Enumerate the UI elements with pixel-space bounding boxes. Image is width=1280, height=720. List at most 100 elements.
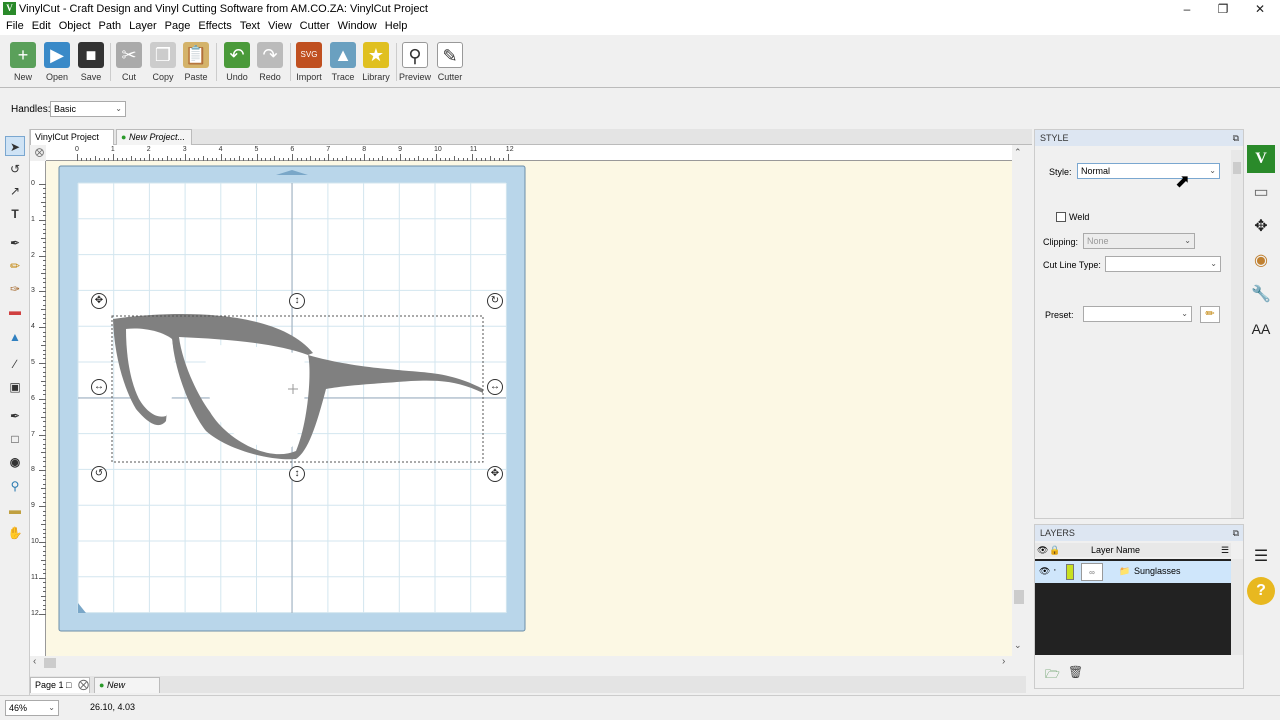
close-icon[interactable]: ✕ xyxy=(1242,0,1278,18)
style-panel-scrollbar[interactable] xyxy=(1231,150,1243,518)
text-panel-icon[interactable]: AΑ xyxy=(1247,315,1275,343)
menu-help[interactable]: Help xyxy=(381,18,412,35)
style-select[interactable]: Normal ⌄ xyxy=(1077,163,1220,179)
panel-float-icon[interactable]: ⧉ xyxy=(1233,525,1239,541)
clipping-select[interactable]: None ⌄ xyxy=(1083,233,1195,249)
copy-button[interactable]: ❐ Copy xyxy=(146,40,180,84)
scale-horizontal-handle-icon[interactable]: ↔ xyxy=(91,379,107,395)
eraser-tool-icon[interactable]: ▬ xyxy=(5,301,25,321)
cut-line-type-select[interactable]: ⌄ xyxy=(1105,256,1221,272)
menu-cutter[interactable]: Cutter xyxy=(296,18,334,35)
shape-tool-icon[interactable]: ▲ xyxy=(5,327,25,347)
layer-thumbnail: ∞ xyxy=(1081,563,1103,581)
path-tool-icon[interactable]: □ xyxy=(5,429,25,449)
scroll-thumb[interactable] xyxy=(1014,590,1024,604)
menu-view[interactable]: View xyxy=(264,18,296,35)
scroll-thumb[interactable] xyxy=(1233,162,1241,174)
visibility-icon[interactable]: 👁 xyxy=(1039,566,1050,577)
preset-select[interactable]: ⌄ xyxy=(1083,306,1192,322)
scroll-down-icon[interactable]: ⌄ xyxy=(1014,640,1022,651)
canvas-vertical-scrollbar[interactable]: ⌃ ⌄ xyxy=(1012,145,1026,656)
preview-button[interactable]: ⚲ Preview xyxy=(398,40,432,84)
palette-panel-icon[interactable]: ◉ xyxy=(1247,247,1275,275)
vinylcut-logo-icon[interactable]: V xyxy=(1247,145,1275,173)
node-tool-icon[interactable]: ↗ xyxy=(5,181,25,201)
undo-button[interactable]: ↶ Undo xyxy=(220,40,254,84)
select-tool-icon[interactable]: ➤ xyxy=(5,136,25,156)
wrench-panel-icon[interactable]: 🔧 xyxy=(1247,281,1275,309)
menu-layer[interactable]: Layer xyxy=(125,18,161,35)
import-button[interactable]: SVG Import xyxy=(292,40,326,84)
brush-tool-icon[interactable]: ✑ xyxy=(5,279,25,299)
menu-path[interactable]: Path xyxy=(95,18,126,35)
knife-tool-icon[interactable]: ∕ xyxy=(5,354,25,374)
save-button[interactable]: ■ Save xyxy=(74,40,108,84)
menu-effects[interactable]: Effects xyxy=(194,18,235,35)
measure-tool-icon[interactable]: ▬ xyxy=(5,500,25,520)
close-page-icon[interactable]: ⨂ xyxy=(78,678,89,691)
preset-edit-pencil-icon[interactable]: ✏ xyxy=(1200,306,1220,323)
delete-layer-trash-icon[interactable]: 🗑 xyxy=(1068,665,1083,679)
menu-text[interactable]: Text xyxy=(236,18,264,35)
docked-panels-bar: V ▭ ✥ ◉ 🔧 AΑ ☰ ? xyxy=(1244,129,1280,689)
layer-row[interactable]: 👁 · ∞ 📁 Sunglasses xyxy=(1035,561,1231,583)
eyedropper-tool-icon[interactable]: ✒ xyxy=(5,406,25,426)
tab-new-page[interactable]: ● New Page... xyxy=(94,677,160,705)
menu-file[interactable]: File xyxy=(2,18,28,35)
layers-menu-icon[interactable]: ☰ xyxy=(1221,543,1229,557)
close-tab-icon[interactable]: ⨂ xyxy=(35,147,44,157)
scroll-up-icon[interactable]: ⌃ xyxy=(1014,147,1022,158)
scale-vertical-handle-icon[interactable]: ↕ xyxy=(289,466,305,482)
weld-checkbox[interactable] xyxy=(1056,212,1066,222)
menu-edit[interactable]: Edit xyxy=(28,18,55,35)
open-button[interactable]: ▶ Open xyxy=(40,40,74,84)
layers-panel-icon[interactable]: ☰ xyxy=(1247,543,1275,571)
panel-float-icon[interactable]: ⧉ xyxy=(1233,130,1239,146)
rotate-handle-icon[interactable]: ↺ xyxy=(91,466,107,482)
help-icon[interactable]: ? xyxy=(1247,577,1275,605)
zoom-select[interactable]: 46% ⌄ xyxy=(5,700,59,716)
canvas-horizontal-scrollbar[interactable]: ‹ › xyxy=(30,656,1012,670)
new-button[interactable]: + New xyxy=(6,40,40,84)
pen-tool-icon[interactable]: ✒ xyxy=(5,233,25,253)
scale-horizontal-handle-icon[interactable]: ↔ xyxy=(487,379,503,395)
scroll-right-icon[interactable]: › xyxy=(1002,656,1005,667)
menu-page[interactable]: Page xyxy=(161,18,195,35)
rotate-handle-icon[interactable]: ↻ xyxy=(487,293,503,309)
scroll-thumb[interactable] xyxy=(44,658,56,668)
transform-tool-icon[interactable]: ↺ xyxy=(5,159,25,179)
menu-window[interactable]: Window xyxy=(334,18,381,35)
tab-vinylcut-project[interactable]: VinylCut Project ⨂ xyxy=(30,129,114,157)
layer-name[interactable]: Sunglasses xyxy=(1134,566,1181,576)
paste-button[interactable]: 📋 Paste xyxy=(179,40,213,84)
tab-new-project[interactable]: ● New Project... xyxy=(116,129,192,145)
page-panel-icon[interactable]: ▭ xyxy=(1247,179,1275,207)
text-tool-icon[interactable]: T xyxy=(5,204,25,224)
rotate-move-handle-icon[interactable]: ✥ xyxy=(91,293,107,309)
contour-tool-icon[interactable]: ◉ xyxy=(5,452,25,472)
lock-dot-icon[interactable]: · xyxy=(1053,564,1057,576)
hand-tool-icon[interactable]: ✋ xyxy=(5,523,25,543)
scroll-left-icon[interactable]: ‹ xyxy=(33,656,36,667)
cut-button[interactable]: ✂ Cut xyxy=(112,40,146,84)
scale-vertical-handle-icon[interactable]: ↕ xyxy=(289,293,305,309)
library-button[interactable]: ★ Library xyxy=(359,40,393,84)
add-layer-icon[interactable]: 🗁 xyxy=(1045,665,1060,686)
rectangle-tool-icon[interactable]: ▣ xyxy=(5,377,25,397)
app-logo-icon: V xyxy=(3,2,16,15)
layer-color-swatch[interactable] xyxy=(1066,564,1074,580)
ruler-tick xyxy=(400,154,402,161)
restore-icon[interactable]: ❐ xyxy=(1205,0,1241,18)
trace-button[interactable]: ▲ Trace xyxy=(326,40,360,84)
zoom-tool-icon[interactable]: ⚲ xyxy=(5,476,25,496)
scale-corner-handle-icon[interactable]: ✥ xyxy=(487,466,503,482)
minimize-icon[interactable]: – xyxy=(1169,0,1205,18)
handles-select[interactable]: Basic ⌄ xyxy=(50,101,126,117)
pencil-tool-icon[interactable]: ✏ xyxy=(5,256,25,276)
menu-object[interactable]: Object xyxy=(55,18,95,35)
layers-scrollbar[interactable] xyxy=(1231,559,1243,655)
move-panel-icon[interactable]: ✥ xyxy=(1247,213,1275,241)
design-canvas[interactable]: ✥ ↕ ↻ ↔ ↔ ↺ ↕ ✥ xyxy=(46,161,1012,656)
redo-button[interactable]: ↷ Redo xyxy=(253,40,287,84)
cutter-button[interactable]: ✎ Cutter xyxy=(433,40,467,84)
